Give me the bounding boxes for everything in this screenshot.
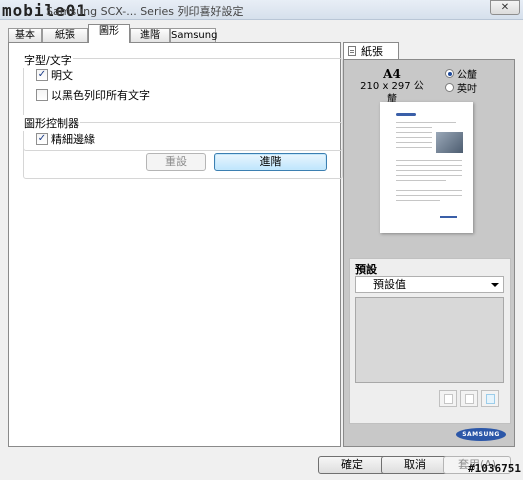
new-preset-button[interactable] bbox=[439, 390, 457, 407]
tab-graphics[interactable]: 圖形 bbox=[88, 24, 130, 43]
watermark-id: #1036751 bbox=[468, 462, 521, 475]
presets-label: 預設 bbox=[355, 263, 377, 276]
reset-button[interactable]: 重設 bbox=[146, 153, 206, 171]
graphics-controller-title: 圖形控制器 bbox=[23, 115, 80, 131]
preview-footer-logo bbox=[440, 216, 457, 218]
unit-inch-radio[interactable] bbox=[445, 83, 454, 92]
chevron-down-icon bbox=[491, 283, 499, 287]
cancel-button[interactable]: 取消 bbox=[381, 456, 449, 474]
preview-panel: A4 210 x 297 公釐 公釐 英吋 預設 預設值 SAMSUNG bbox=[343, 59, 515, 447]
preview-logo bbox=[396, 113, 416, 116]
tab-samsung[interactable]: Samsung bbox=[170, 28, 217, 42]
tab-paper-preview[interactable]: 紙張 bbox=[343, 42, 399, 59]
refresh-preset-button[interactable] bbox=[481, 390, 499, 407]
document-icon bbox=[348, 46, 356, 56]
fine-edge-option[interactable]: ✓ 精細邊緣 bbox=[36, 132, 95, 146]
unit-inch-option[interactable]: 英吋 bbox=[445, 81, 477, 95]
paper-size-info: A4 210 x 297 公釐 bbox=[357, 68, 427, 106]
unit-mm-radio[interactable] bbox=[445, 69, 454, 78]
window-title: Samsung SCX-... Series 列印喜好設定 bbox=[46, 5, 244, 18]
save-icon bbox=[465, 394, 474, 404]
ok-button[interactable]: 確定 bbox=[318, 456, 386, 474]
save-preset-button[interactable] bbox=[460, 390, 478, 407]
clear-text-checkbox[interactable]: ✓ bbox=[36, 69, 48, 81]
unit-mm-label: 公釐 bbox=[457, 70, 477, 81]
preview-photo bbox=[436, 132, 463, 153]
tab-paper[interactable]: 紙張 bbox=[42, 28, 88, 42]
paper-size-name: A4 bbox=[383, 67, 401, 81]
refresh-icon bbox=[486, 394, 495, 404]
clear-text-option[interactable]: ✓ 明文 bbox=[36, 68, 73, 82]
presets-section: 預設 預設值 bbox=[349, 258, 511, 424]
font-text-group-title: 字型/文字 bbox=[23, 52, 73, 68]
advanced-button[interactable]: 進階 bbox=[214, 153, 327, 171]
all-text-black-option[interactable]: 以黑色列印所有文字 bbox=[36, 88, 150, 102]
new-document-icon bbox=[444, 394, 453, 404]
title-bar: mobile01 Samsung SCX-... Series 列印喜好設定 ✕ bbox=[0, 0, 523, 20]
all-text-black-checkbox[interactable] bbox=[36, 89, 48, 101]
unit-mm-option[interactable]: 公釐 bbox=[445, 67, 477, 81]
unit-inch-label: 英吋 bbox=[457, 84, 477, 95]
presets-dropdown[interactable]: 預設值 bbox=[355, 276, 504, 293]
tab-basic[interactable]: 基本 bbox=[8, 28, 42, 42]
tab-advanced[interactable]: 進階 bbox=[130, 28, 170, 42]
fine-edge-checkbox[interactable]: ✓ bbox=[36, 133, 48, 145]
all-text-black-label: 以黑色列印所有文字 bbox=[51, 89, 150, 102]
fine-edge-label: 精細邊緣 bbox=[51, 133, 95, 146]
presets-value: 預設值 bbox=[373, 278, 406, 291]
graphics-tab-panel: 字型/文字 ✓ 明文 以黑色列印所有文字 圖形控制器 ✓ 精細邊緣 重設 進階 bbox=[8, 42, 343, 447]
samsung-logo: SAMSUNG bbox=[456, 428, 506, 441]
presets-list[interactable] bbox=[355, 297, 504, 383]
close-icon[interactable]: ✕ bbox=[490, 0, 520, 15]
clear-text-label: 明文 bbox=[51, 69, 73, 82]
page-preview-image bbox=[380, 102, 473, 233]
paper-tab-label: 紙張 bbox=[361, 45, 383, 58]
